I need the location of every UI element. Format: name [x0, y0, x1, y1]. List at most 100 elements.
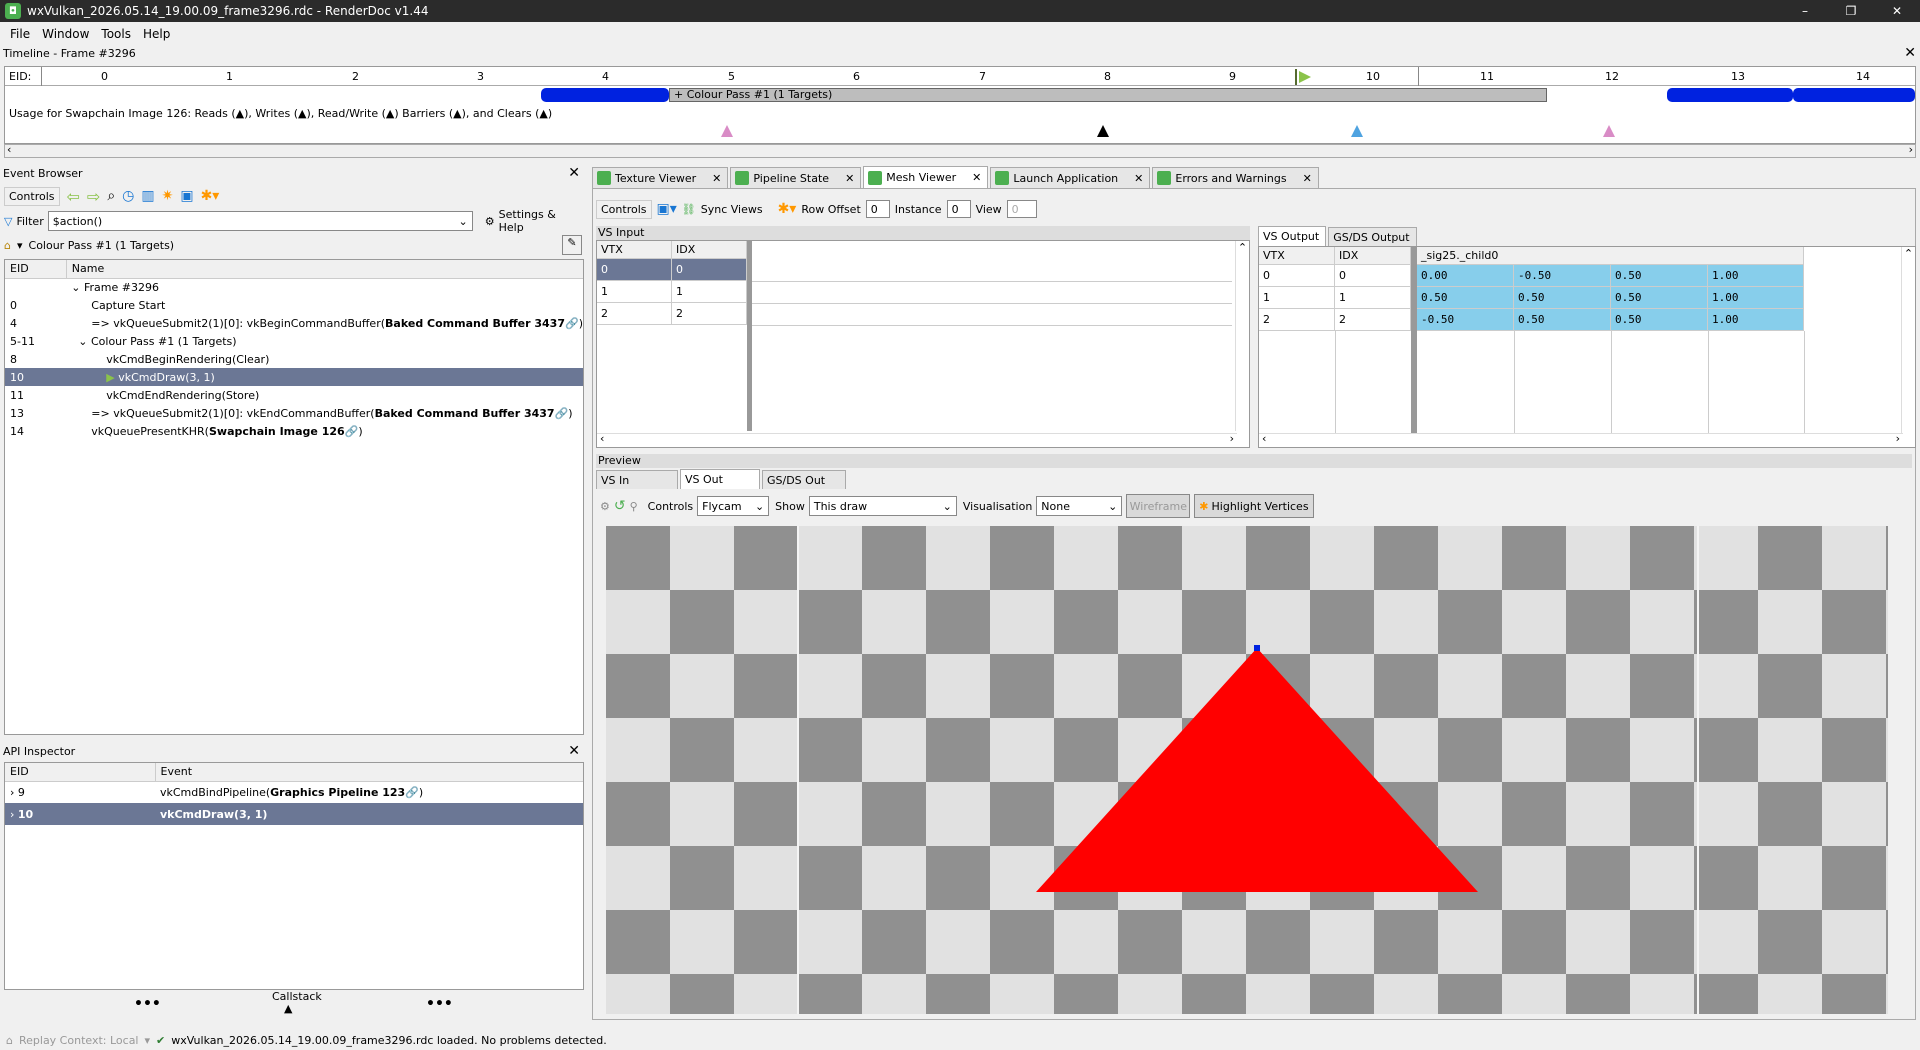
table-row[interactable]: 4 => vkQueueSubmit2(1)[0]: vkBeginComman… [5, 314, 583, 332]
settings-help-button[interactable]: Settings & Help [499, 208, 584, 234]
horizontal-scrollbar[interactable]: ‹ › [1259, 432, 1903, 447]
timeline-block[interactable] [1667, 88, 1793, 102]
menu-tools[interactable]: Tools [95, 27, 137, 41]
sync-views-button[interactable]: Sync Views [701, 203, 763, 216]
column-eid[interactable]: EID [5, 763, 156, 781]
timeline-block[interactable] [1793, 88, 1915, 102]
close-icon[interactable]: ✕ [712, 172, 721, 185]
mesh-preview-viewport[interactable] [606, 526, 1888, 1014]
cell[interactable]: 2 [1259, 309, 1335, 331]
event-tree[interactable]: EID Name ⌄ Frame #3296 0 Capture Start 4… [4, 259, 584, 735]
cell[interactable]: 2 [597, 303, 672, 325]
link-icon[interactable]: 🔗 [555, 407, 569, 420]
table-row[interactable]: › 9 vkCmdBindPipeline(Graphics Pipeline … [5, 781, 583, 803]
cell[interactable]: 1 [672, 281, 747, 303]
link-icon[interactable]: 🔗 [345, 425, 359, 438]
column-event[interactable]: Event [155, 763, 583, 781]
tab-vs-in[interactable]: VS In [596, 470, 678, 489]
menu-window[interactable]: Window [36, 27, 95, 41]
camera-controls-select[interactable]: Flycam ⌄ [697, 496, 770, 516]
chevron-down-icon[interactable]: ⌄ [71, 281, 84, 294]
cell[interactable]: 1 [597, 281, 672, 303]
cell[interactable]: 0.50 [1611, 265, 1708, 287]
sync-icon[interactable]: ⛓ [682, 203, 696, 216]
restore-button[interactable]: ❐ [1828, 0, 1874, 22]
resource-link[interactable]: Swapchain Image 126 [209, 425, 345, 438]
chevron-down-icon[interactable]: ▾ [17, 239, 23, 252]
back-arrow-icon[interactable]: ⇦ [67, 187, 80, 206]
chevron-right-icon[interactable]: › [10, 786, 18, 799]
cell[interactable]: -0.50 [1514, 265, 1611, 287]
row-offset-input[interactable]: 0 [865, 200, 890, 218]
close-event-browser-icon[interactable]: ✕ [568, 166, 580, 180]
settings-dropdown-icon[interactable]: ✱▾ [778, 201, 797, 217]
wireframe-toggle[interactable]: Wireframe [1126, 494, 1191, 518]
tab-pipeline-state[interactable]: Pipeline State ✕ [730, 167, 862, 188]
bookmark-icon[interactable]: ✷ [162, 188, 174, 204]
replay-context[interactable]: Replay Context: Local [19, 1034, 139, 1047]
close-icon[interactable]: ✕ [1303, 172, 1312, 185]
column-vtx[interactable]: VTX [597, 241, 672, 259]
cell[interactable]: 0.50 [1514, 309, 1611, 331]
filter-input[interactable]: $action() ⌄ [47, 211, 473, 231]
cell[interactable]: 0.50 [1417, 287, 1514, 309]
save-icon[interactable]: ▣ [180, 188, 193, 204]
gear-icon[interactable]: ⚙ [485, 215, 495, 228]
reset-camera-icon[interactable]: ↺ [614, 498, 626, 514]
resource-link[interactable]: Graphics Pipeline 123 [270, 786, 405, 799]
edit-note-icon[interactable]: ✎ [562, 235, 582, 255]
cell[interactable]: 0.50 [1611, 309, 1708, 331]
tab-gsds-output[interactable]: GS/DS Output [1328, 227, 1417, 246]
time-icon[interactable]: ◷ [122, 188, 134, 204]
more-icon[interactable]: ••• [134, 996, 161, 1012]
scroll-left-icon[interactable]: ‹ [7, 143, 11, 156]
vs-output-grid[interactable]: VTX IDX _sig25._child0 0 0 0.00 -0.50 0.… [1258, 246, 1916, 448]
table-row[interactable]: 13 => vkQueueSubmit2(1)[0]: vkEndCommand… [5, 404, 583, 422]
callstack-label[interactable]: Callstack [272, 990, 322, 1003]
table-row[interactable]: ⌄ Frame #3296 [5, 278, 583, 296]
tab-errors-warnings[interactable]: Errors and Warnings ✕ [1152, 167, 1319, 188]
close-icon[interactable]: ✕ [1134, 172, 1143, 185]
vertical-scrollbar[interactable]: ⌃ [1901, 247, 1915, 433]
cell[interactable]: 0 [1335, 265, 1411, 287]
link-icon[interactable]: 🔗 [565, 317, 579, 330]
link-icon[interactable]: 🔗 [405, 786, 419, 799]
find-icon[interactable]: ⌕ [107, 188, 115, 204]
highlight-vertices-toggle[interactable]: ✱ Highlight Vertices [1194, 494, 1314, 518]
minimize-button[interactable]: – [1782, 0, 1828, 22]
chevron-down-icon[interactable]: ▾ [145, 1034, 151, 1047]
save-icon[interactable]: ▣▾ [657, 201, 677, 217]
close-icon[interactable]: ✕ [972, 171, 981, 184]
vs-input-grid[interactable]: VTX IDX 0 0 1 1 2 2 ⌃ ‹ › [596, 240, 1250, 448]
resource-link[interactable]: Baked Command Buffer 3437 [375, 407, 555, 420]
cell[interactable]: 2 [672, 303, 747, 325]
settings-dropdown-icon[interactable]: ✱▾ [201, 188, 220, 204]
view-input[interactable]: 0 [1006, 200, 1037, 218]
cell[interactable]: 0.50 [1611, 287, 1708, 309]
cell[interactable]: 0 [597, 259, 672, 281]
column-position[interactable]: _sig25._child0 [1417, 247, 1804, 265]
cell[interactable]: 0.50 [1514, 287, 1611, 309]
tab-vs-out[interactable]: VS Out [680, 469, 760, 489]
table-row-selected[interactable]: › 10 vkCmdDraw(3, 1) [5, 803, 583, 825]
pick-icon[interactable]: ⚲ [630, 500, 638, 513]
close-timeline-icon[interactable]: ✕ [1904, 46, 1916, 60]
forward-arrow-icon[interactable]: ⇨ [87, 187, 100, 206]
column-vtx[interactable]: VTX [1259, 247, 1335, 265]
cell[interactable]: 1.00 [1708, 309, 1804, 331]
table-row[interactable]: 14 vkQueuePresentKHR(Swapchain Image 126… [5, 422, 583, 440]
instance-input[interactable]: 0 [946, 200, 971, 218]
horizontal-scrollbar[interactable]: ‹ › [597, 432, 1237, 447]
expand-up-icon[interactable]: ▲ [284, 1002, 292, 1015]
tab-launch-application[interactable]: Launch Application ✕ [990, 167, 1151, 188]
table-row[interactable]: 11 vkCmdEndRendering(Store) [5, 386, 583, 404]
stats-icon[interactable]: ▥ [141, 188, 154, 204]
tab-vs-output[interactable]: VS Output [1258, 226, 1327, 246]
colour-pass-block[interactable]: + Colour Pass #1 (1 Targets) [669, 88, 1547, 102]
menu-help[interactable]: Help [137, 27, 176, 41]
cell[interactable]: 1 [1335, 287, 1411, 309]
scroll-right-icon[interactable]: › [1909, 143, 1913, 156]
timeline-panel[interactable]: EID: 0 1 2 3 4 5 6 7 8 9 10 11 12 13 14 … [4, 66, 1916, 144]
cell[interactable]: 1 [1259, 287, 1335, 309]
api-inspector-panel[interactable]: EID Event › 9 vkCmdBindPipeline(Graphics… [4, 762, 584, 990]
